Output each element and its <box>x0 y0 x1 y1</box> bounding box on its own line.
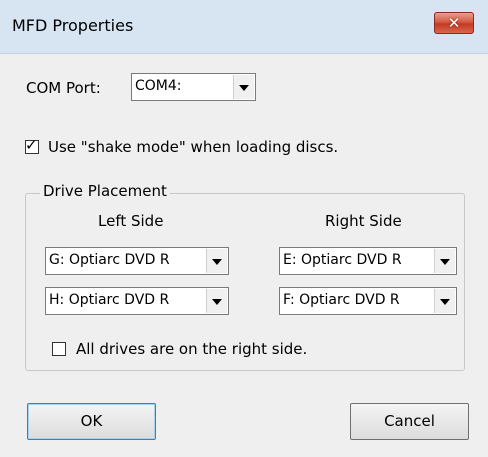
com-port-label: COM Port: <box>26 79 101 97</box>
right-drive-value-1: E: Optiarc DVD R <box>283 252 402 268</box>
window-title: MFD Properties <box>12 16 134 35</box>
left-drive-value-2: H: Optiarc DVD R <box>49 292 170 308</box>
shake-mode-label[interactable]: Use "shake mode" when loading discs. <box>48 138 338 156</box>
left-drive-select-1[interactable]: G: Optiarc DVD R <box>45 247 229 275</box>
chevron-down-icon[interactable] <box>206 289 227 313</box>
cancel-button[interactable]: Cancel <box>350 403 469 440</box>
com-port-select[interactable]: COM4: <box>131 73 256 101</box>
right-drive-select-2[interactable]: F: Optiarc DVD R <box>279 287 457 315</box>
com-port-value: COM4: <box>135 78 182 94</box>
close-button[interactable]: ✕ <box>434 12 474 34</box>
right-drive-select-1[interactable]: E: Optiarc DVD R <box>279 247 457 275</box>
chevron-down-icon[interactable] <box>206 249 227 273</box>
shake-mode-checkbox[interactable]: ✓ <box>25 136 39 154</box>
right-side-header: Right Side <box>325 212 402 230</box>
ok-button[interactable]: OK <box>27 403 156 440</box>
all-right-label[interactable]: All drives are on the right side. <box>76 340 307 358</box>
close-icon: ✕ <box>447 14 461 32</box>
left-drive-value-1: G: Optiarc DVD R <box>49 252 170 268</box>
checkmark-icon: ✓ <box>25 136 38 154</box>
dialog-window: MFD Properties ✕ COM Port: COM4: ✓ Use "… <box>0 0 488 457</box>
left-drive-select-2[interactable]: H: Optiarc DVD R <box>45 287 229 315</box>
drive-placement-title: Drive Placement <box>40 182 170 200</box>
all-right-checkbox[interactable] <box>52 342 66 356</box>
chevron-down-icon[interactable] <box>434 249 455 273</box>
title-bar: MFD Properties ✕ <box>0 0 488 54</box>
chevron-down-icon[interactable] <box>434 289 455 313</box>
chevron-down-icon[interactable] <box>233 75 254 99</box>
right-drive-value-2: F: Optiarc DVD R <box>283 292 400 308</box>
left-side-header: Left Side <box>98 212 164 230</box>
